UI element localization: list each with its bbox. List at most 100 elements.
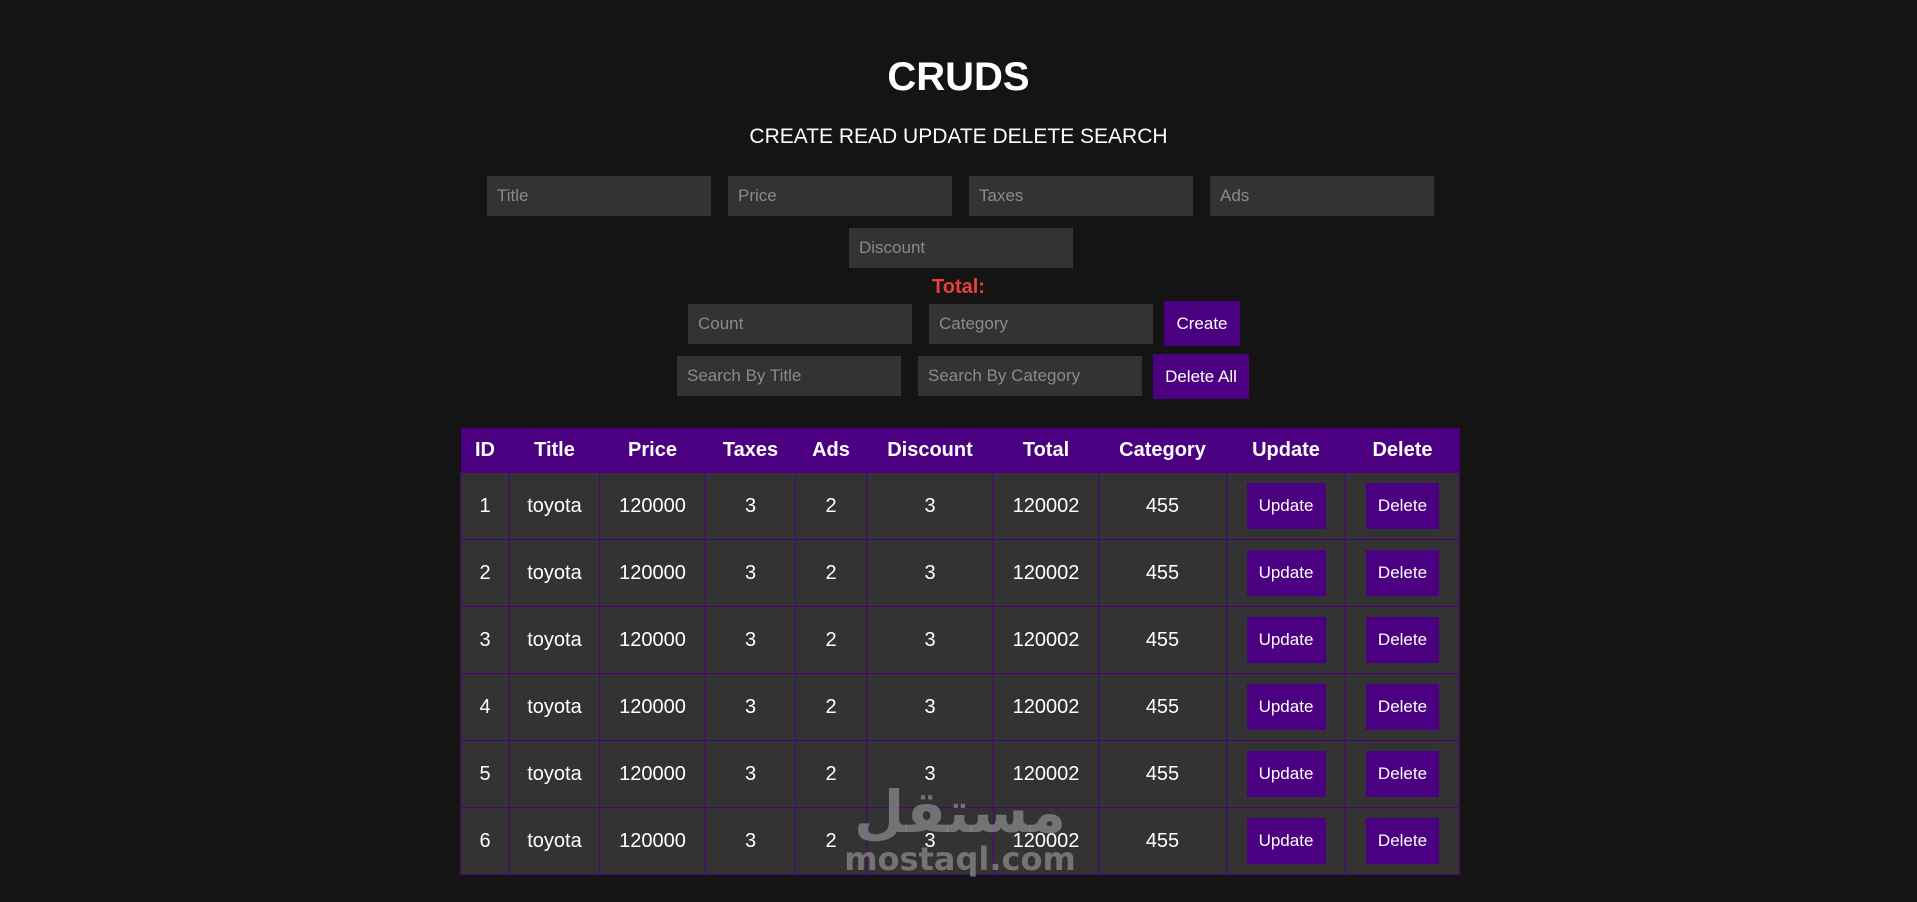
title-input[interactable] <box>487 176 711 216</box>
cell-price: 120000 <box>599 539 706 607</box>
search-category-input[interactable] <box>918 356 1142 396</box>
row-update-button[interactable]: Update <box>1246 617 1326 663</box>
row-delete-button[interactable]: Delete <box>1366 751 1439 797</box>
count-input[interactable] <box>688 304 912 344</box>
cell-title: toyota <box>509 673 600 741</box>
cell-id: 1 <box>460 472 510 540</box>
cell-taxes: 3 <box>705 539 796 607</box>
cell-discount: 3 <box>866 472 994 540</box>
cell-total: 120002 <box>993 807 1099 875</box>
cell-taxes: 3 <box>705 472 796 540</box>
cell-discount: 3 <box>866 539 994 607</box>
cell-category: 455 <box>1098 740 1227 808</box>
row-delete-button[interactable]: Delete <box>1366 684 1439 730</box>
cell-update: Update <box>1226 472 1346 540</box>
cell-ads: 2 <box>795 606 867 674</box>
cell-id: 6 <box>460 807 510 875</box>
cell-price: 120000 <box>599 606 706 674</box>
row-update-button[interactable]: Update <box>1246 684 1326 730</box>
cell-price: 120000 <box>599 472 706 540</box>
table-row: 1 toyota 120000 3 2 3 120002 455 Update … <box>460 472 1460 540</box>
cell-delete: Delete <box>1345 539 1460 607</box>
cell-title: toyota <box>509 472 600 540</box>
header-price: Price <box>599 428 706 473</box>
delete-all-button[interactable]: Delete All <box>1153 354 1249 399</box>
cell-title: toyota <box>509 807 600 875</box>
cell-price: 120000 <box>599 740 706 808</box>
discount-input[interactable] <box>849 228 1073 268</box>
cell-title: toyota <box>509 606 600 674</box>
cell-total: 120002 <box>993 740 1099 808</box>
row-update-button[interactable]: Update <box>1246 550 1326 596</box>
cell-discount: 3 <box>866 740 994 808</box>
cell-category: 455 <box>1098 472 1227 540</box>
cell-id: 5 <box>460 740 510 808</box>
cell-taxes: 3 <box>705 673 796 741</box>
price-input[interactable] <box>728 176 952 216</box>
header-update: Update <box>1226 428 1346 473</box>
row-delete-button[interactable]: Delete <box>1366 818 1439 864</box>
cell-discount: 3 <box>866 673 994 741</box>
cell-title: toyota <box>509 539 600 607</box>
header-delete: Delete <box>1345 428 1460 473</box>
cell-total: 120002 <box>993 673 1099 741</box>
row-update-button[interactable]: Update <box>1246 751 1326 797</box>
cell-ads: 2 <box>795 807 867 875</box>
cell-title: toyota <box>509 740 600 808</box>
page-subtitle: CREATE READ UPDATE DELETE SEARCH <box>749 125 1168 148</box>
category-input[interactable] <box>929 304 1153 344</box>
cell-id: 3 <box>460 606 510 674</box>
table-row: 4 toyota 120000 3 2 3 120002 455 Update … <box>460 673 1460 741</box>
header-discount: Discount <box>866 428 994 473</box>
cell-update: Update <box>1226 807 1346 875</box>
row-delete-button[interactable]: Delete <box>1366 483 1439 529</box>
table-row: 5 toyota 120000 3 2 3 120002 455 Update … <box>460 740 1460 808</box>
row-delete-button[interactable]: Delete <box>1366 550 1439 596</box>
cell-total: 120002 <box>993 472 1099 540</box>
create-button[interactable]: Create <box>1164 301 1240 346</box>
cell-total: 120002 <box>993 539 1099 607</box>
header-title: Title <box>509 428 600 473</box>
cell-price: 120000 <box>599 807 706 875</box>
cell-delete: Delete <box>1345 807 1460 875</box>
header-ads: Ads <box>795 428 867 473</box>
row-update-button[interactable]: Update <box>1246 483 1326 529</box>
table-row: 6 toyota 120000 3 2 3 120002 455 Update … <box>460 807 1460 875</box>
products-table: ID Title Price Taxes Ads Discount Total … <box>460 428 1460 875</box>
cell-taxes: 3 <box>705 606 796 674</box>
search-title-input[interactable] <box>677 356 901 396</box>
cell-category: 455 <box>1098 606 1227 674</box>
cell-delete: Delete <box>1345 673 1460 741</box>
cell-taxes: 3 <box>705 740 796 808</box>
header-total: Total <box>993 428 1099 473</box>
cell-discount: 3 <box>866 606 994 674</box>
ads-input[interactable] <box>1210 176 1434 216</box>
cell-category: 455 <box>1098 673 1227 741</box>
header-id: ID <box>460 428 510 473</box>
cell-delete: Delete <box>1345 472 1460 540</box>
taxes-input[interactable] <box>969 176 1193 216</box>
cell-ads: 2 <box>795 740 867 808</box>
cell-total: 120002 <box>993 606 1099 674</box>
table-header-row: ID Title Price Taxes Ads Discount Total … <box>460 428 1460 473</box>
cell-id: 4 <box>460 673 510 741</box>
cell-update: Update <box>1226 673 1346 741</box>
table-row: 3 toyota 120000 3 2 3 120002 455 Update … <box>460 606 1460 674</box>
row-delete-button[interactable]: Delete <box>1366 617 1439 663</box>
cell-update: Update <box>1226 740 1346 808</box>
header-category: Category <box>1098 428 1227 473</box>
cell-id: 2 <box>460 539 510 607</box>
row-update-button[interactable]: Update <box>1246 818 1326 864</box>
cell-taxes: 3 <box>705 807 796 875</box>
table-row: 2 toyota 120000 3 2 3 120002 455 Update … <box>460 539 1460 607</box>
cell-ads: 2 <box>795 539 867 607</box>
cell-delete: Delete <box>1345 740 1460 808</box>
cell-price: 120000 <box>599 673 706 741</box>
cell-discount: 3 <box>866 807 994 875</box>
cell-category: 455 <box>1098 807 1227 875</box>
cell-ads: 2 <box>795 472 867 540</box>
cell-category: 455 <box>1098 539 1227 607</box>
header-taxes: Taxes <box>705 428 796 473</box>
cell-update: Update <box>1226 539 1346 607</box>
cell-update: Update <box>1226 606 1346 674</box>
